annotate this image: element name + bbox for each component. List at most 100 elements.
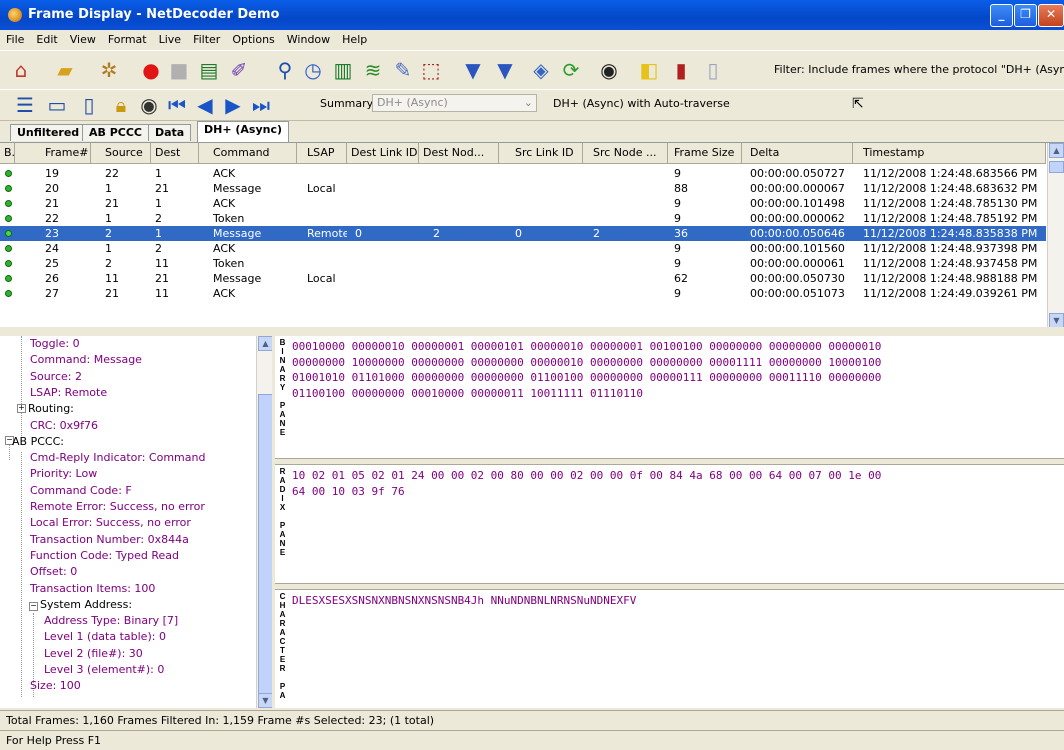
layout-columns-icon[interactable]: ▯ <box>76 92 102 118</box>
home-icon[interactable]: ⌂ <box>8 57 34 83</box>
binoculars-icon[interactable]: ◉ <box>596 57 622 83</box>
column-header-frame[interactable]: Frame# <box>15 143 91 163</box>
system-address-collapse-icon[interactable]: − <box>29 602 38 611</box>
tree-node[interactable]: Function Code: Typed Read <box>30 549 179 562</box>
tree-node[interactable]: Toggle: 0 <box>30 337 80 350</box>
table-row[interactable]: 19 22 1 ACK 9 00:00:00.050727 11/12/2008 1:24:… <box>0 166 1046 181</box>
menu-filter[interactable]: Filter <box>187 30 226 46</box>
tree-node[interactable]: Command Code: F <box>30 484 132 497</box>
menu-options[interactable]: Options <box>226 30 280 46</box>
menu-window[interactable]: Window <box>281 30 336 46</box>
table-row[interactable]: 20 1 21 Message Local 88 00:00:00.000067 11/12/… <box>0 181 1046 196</box>
settings-gear-icon[interactable]: ✲ <box>96 57 122 83</box>
lock-icon[interactable]: 🔒︎ <box>108 92 134 118</box>
menu-live[interactable]: Live <box>153 30 187 46</box>
pen-icon[interactable]: ✎ <box>390 57 416 83</box>
pane-splitter-1[interactable] <box>275 458 1064 465</box>
stopwatch-icon[interactable]: ◷ <box>300 57 326 83</box>
column-header-src-node[interactable]: Src Node ... <box>583 143 668 163</box>
menu-format[interactable]: Format <box>102 30 153 46</box>
pane-splitter-2[interactable] <box>275 583 1064 590</box>
tab-data[interactable]: Data <box>148 124 192 141</box>
record-icon[interactable]: ● <box>138 57 164 83</box>
layers-icon[interactable]: ◈ <box>528 57 554 83</box>
tab-ab-pccc[interactable]: AB PCCC <box>82 124 150 141</box>
scroll-down-icon[interactable]: ▼ <box>1049 313 1064 328</box>
table-row[interactable]: 22 1 2 Token 9 00:00:00.000062 11/12/2008 1:24… <box>0 211 1046 226</box>
tree-scroll-up-icon[interactable]: ▲ <box>258 336 272 351</box>
open-folder-icon[interactable]: ▰ <box>52 57 78 83</box>
tree-node[interactable]: Cmd-Reply Indicator: Command <box>30 451 205 464</box>
column-header-dest-node[interactable]: Dest Nod... <box>419 143 499 163</box>
column-header-timestamp[interactable]: Timestamp <box>853 143 1046 163</box>
table-row[interactable]: 27 21 11 ACK 9 00:00:00.051073 11/12/2008 1:24… <box>0 286 1046 301</box>
column-header-delta[interactable]: Delta <box>742 143 853 163</box>
tree-node[interactable]: Address Type: Binary [7] <box>44 614 178 627</box>
tree-node[interactable]: System Address: <box>40 598 132 611</box>
table-row[interactable]: 26 11 21 Message Local 62 00:00:00.050730 11/12… <box>0 271 1046 286</box>
summary-protocol-select[interactable]: DH+ (Async) ⌄ <box>372 94 537 112</box>
minimize-button[interactable]: _ <box>990 4 1013 27</box>
column-header-command[interactable]: Command <box>199 143 297 163</box>
save-icon[interactable]: ▤ <box>196 57 222 83</box>
find-icon[interactable]: ⚲ <box>272 57 298 83</box>
table-row[interactable]: 21 21 1 ACK 9 00:00:00.101498 11/12/2008 1:24:… <box>0 196 1046 211</box>
waveform-icon[interactable]: ≋ <box>360 57 386 83</box>
tree-node[interactable]: Command: Message <box>30 353 142 366</box>
table-row[interactable]: 25 2 11 Token 9 00:00:00.000061 11/12/2008 1:2… <box>0 256 1046 271</box>
scroll-up-icon[interactable]: ▲ <box>1049 143 1064 158</box>
tools-icon[interactable]: ✐ <box>226 57 252 83</box>
table-row[interactable]: 24 1 2 ACK 9 00:00:00.101560 11/12/2008 1:24:4… <box>0 241 1046 256</box>
maximize-button[interactable]: ❐ <box>1014 4 1037 27</box>
frame-list-scrollbar[interactable]: ▲ ▼ <box>1047 143 1064 328</box>
book-icon[interactable]: ▮ <box>668 57 694 83</box>
close-button[interactable]: ✕ <box>1038 4 1064 27</box>
table-row[interactable]: 23 2 1 Message Remote 0 2 0 2 36 00:00:00.050646 11… <box>0 226 1046 241</box>
layout-split-icon[interactable]: ☰ <box>12 92 38 118</box>
menu-view[interactable]: View <box>64 30 102 46</box>
tree-node[interactable]: LSAP: Remote <box>30 386 107 399</box>
tree-node[interactable]: Size: 100 <box>30 679 81 692</box>
tree-node[interactable]: AB PCCC: <box>12 435 64 448</box>
tree-node[interactable]: Level 2 (file#): 30 <box>44 647 143 660</box>
first-frame-icon[interactable]: ⏮ <box>164 92 190 118</box>
last-frame-icon[interactable]: ⏭ <box>248 92 274 118</box>
stop-icon[interactable]: ■ <box>166 57 192 83</box>
refresh-icon[interactable]: ⟳ <box>558 57 584 83</box>
layout-single-icon[interactable]: ▭ <box>44 92 70 118</box>
tree-scroll-down-icon[interactable]: ▼ <box>258 693 272 708</box>
menu-file[interactable]: File <box>0 30 30 46</box>
column-header-src-link-id[interactable]: Src Link ID <box>499 143 583 163</box>
scroll-thumb[interactable] <box>1049 161 1064 173</box>
note-icon[interactable]: ◧ <box>636 57 662 83</box>
tree-node[interactable]: Routing: <box>28 402 74 415</box>
book-open-icon[interactable]: ▯ <box>700 57 726 83</box>
column-header-lsap[interactable]: LSAP <box>297 143 347 163</box>
column-header-bookmark[interactable]: B... <box>0 143 15 163</box>
tree-node[interactable]: Remote Error: Success, no error <box>30 500 205 513</box>
tree-node[interactable]: Level 1 (data table): 0 <box>44 630 166 643</box>
tree-node[interactable]: Level 3 (element#): 0 <box>44 663 164 676</box>
routing-expand-icon[interactable]: + <box>17 404 26 413</box>
label-icon[interactable]: ⬚ <box>418 57 444 83</box>
column-header-source[interactable]: Source <box>91 143 151 163</box>
tree-node[interactable]: Priority: Low <box>30 467 97 480</box>
column-header-frame-size[interactable]: Frame Size <box>668 143 742 163</box>
chart-icon[interactable]: ▥ <box>330 57 356 83</box>
tree-node[interactable]: Transaction Number: 0x844a <box>30 533 189 546</box>
tab-unfiltered[interactable]: Unfiltered <box>10 124 87 141</box>
menu-edit[interactable]: Edit <box>30 30 63 46</box>
tree-node[interactable]: Local Error: Success, no error <box>30 516 191 529</box>
previous-frame-icon[interactable]: ◀ <box>192 92 218 118</box>
tree-node[interactable]: CRC: 0x9f76 <box>30 419 98 432</box>
filter-icon[interactable]: ▼ <box>460 57 486 83</box>
tree-scrollbar[interactable]: ▲ ▼ <box>256 336 272 708</box>
column-header-dest-link-id[interactable]: Dest Link ID <box>347 143 419 163</box>
tree-node[interactable]: Transaction Items: 100 <box>30 582 155 595</box>
tree-node[interactable]: Source: 2 <box>30 370 82 383</box>
tab-dh-async[interactable]: DH+ (Async) <box>197 121 290 142</box>
horizontal-splitter[interactable] <box>0 327 1064 336</box>
filter-remove-icon[interactable]: ▼ <box>492 57 518 83</box>
tree-scroll-thumb[interactable] <box>258 394 272 694</box>
menu-help[interactable]: Help <box>336 30 373 46</box>
